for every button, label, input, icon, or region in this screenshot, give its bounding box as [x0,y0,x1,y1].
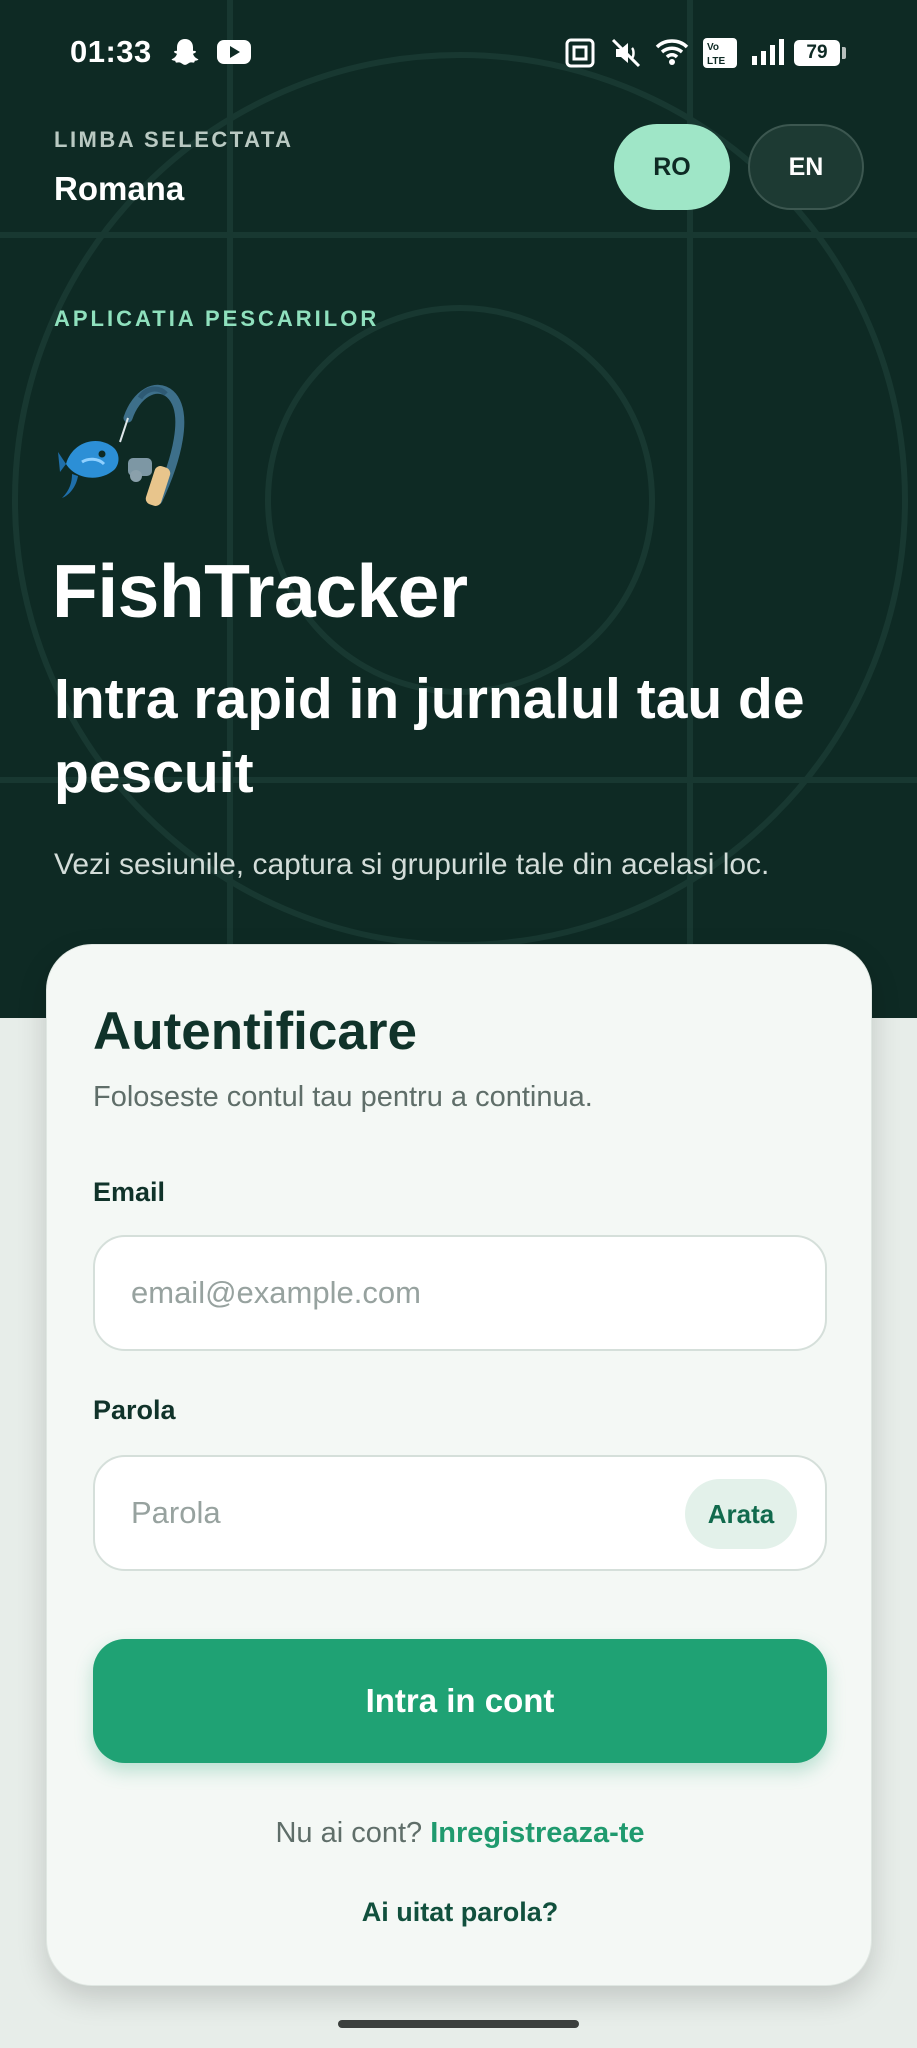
mute-icon [611,38,641,68]
register-line: Nu ai cont? Inregistreaza-te [47,1817,873,1850]
email-label: Email [93,1177,166,1207]
email-input[interactable] [131,1237,691,1349]
forgot-password-link[interactable]: Ai uitat parola? [47,1897,873,1928]
app-name: FishTracker [52,549,468,633]
fishing-rod-icon [58,384,185,506]
app-tagline: APLICATIA PESCARILOR [54,306,380,331]
language-current: Romana [54,170,185,207]
language-ro-button[interactable]: RO [614,124,730,210]
register-prompt: Nu ai cont? [275,1817,423,1849]
hero-section: 01:33 Vo LTE 79 LIMBA SELECTATA Romana R… [0,0,917,1018]
login-card: Autentificare Foloseste contul tau pentr… [46,944,872,1986]
volte-icon: Vo LTE [703,38,737,68]
password-field[interactable]: Arata [93,1455,827,1571]
login-title: Autentificare [93,1002,417,1061]
register-link[interactable]: Inregistreaza-te [430,1817,644,1849]
wifi-icon [655,39,689,65]
signal-icon [752,39,784,65]
svg-text:LTE: LTE [707,56,725,67]
language-caption: LIMBA SELECTATA [54,127,294,152]
battery-tip [842,47,846,59]
svg-text:Vo: Vo [707,42,719,53]
status-bar: 01:33 Vo LTE 79 [0,0,917,108]
home-indicator[interactable] [338,2020,579,2028]
status-time: 01:33 [70,34,152,69]
show-password-button[interactable]: Arata [685,1479,797,1549]
snapchat-icon [171,39,199,65]
login-subtitle: Foloseste contul tau pentru a continua. [93,1081,593,1113]
password-input[interactable] [131,1457,691,1569]
login-button[interactable]: Intra in cont [93,1639,827,1763]
hero-headline: Intra rapid in jurnalul tau de pescuit [54,667,805,805]
nfc-icon [565,38,595,68]
email-field[interactable] [93,1235,827,1351]
language-en-button[interactable]: EN [748,124,864,210]
battery-icon: 79 [794,40,840,66]
password-label: Parola [93,1395,176,1425]
hero-subhead: Vezi sesiunile, captura si grupurile tal… [54,848,770,881]
youtube-icon [217,40,251,64]
